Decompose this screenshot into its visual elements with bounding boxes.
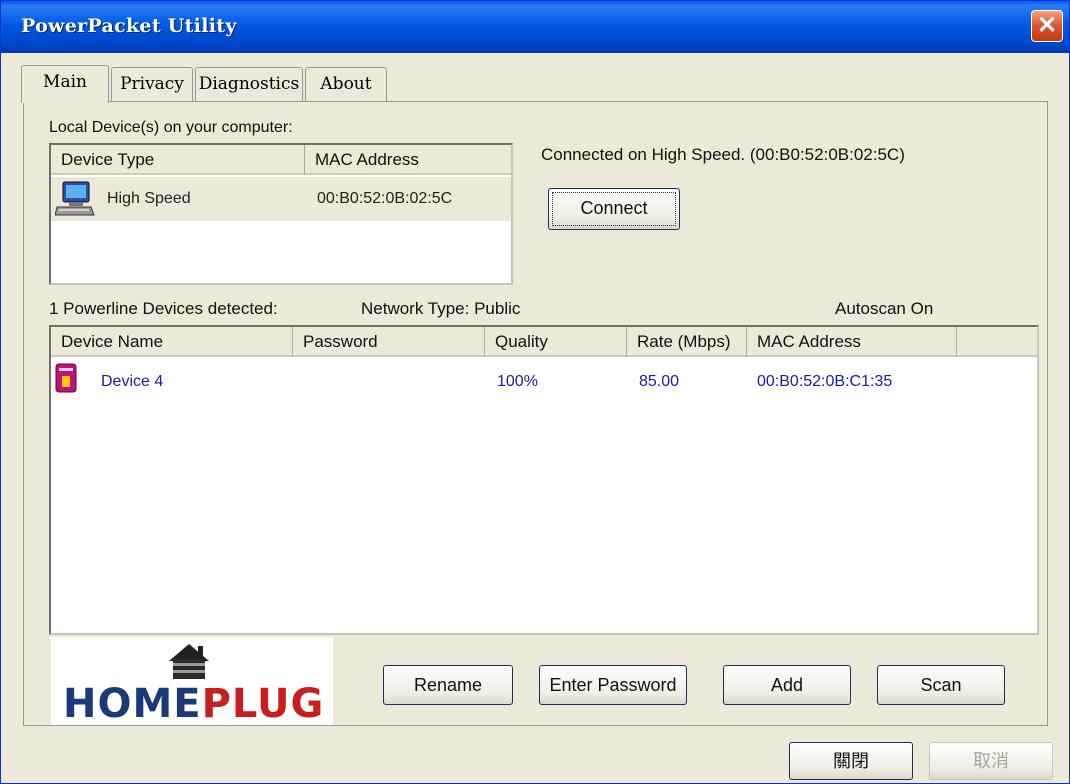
rename-button[interactable]: Rename	[383, 665, 513, 705]
close-icon: ✕	[1036, 12, 1058, 39]
device-rate: 85.00	[639, 373, 680, 390]
tab-about[interactable]: About	[305, 67, 387, 101]
cancel-button[interactable]: 取消	[929, 742, 1053, 780]
device-name: Device 4	[101, 373, 164, 390]
powerline-adapter-icon	[55, 363, 77, 393]
local-device-type: High Speed	[107, 190, 191, 207]
window-title: PowerPacket Utility	[21, 15, 237, 37]
close-window-button[interactable]: ✕	[1031, 10, 1063, 42]
table-row[interactable]: High Speed 00:B0:52:0B:02:5C	[51, 177, 511, 221]
column-header-device-name[interactable]: Device Name	[51, 327, 293, 357]
tab-about-label: About	[320, 74, 372, 94]
column-header-rate[interactable]: Rate (Mbps)	[627, 327, 747, 357]
column-header-empty	[957, 327, 1037, 357]
homeplug-logo: HOMEPLUG	[51, 637, 333, 727]
device-quality: 100%	[497, 373, 538, 390]
table-row[interactable]: Device 4 100% 85.00 00:B0:52:0B:C1:35	[51, 361, 1037, 397]
computer-icon	[54, 181, 95, 217]
tab-diagnostics[interactable]: Diagnostics	[195, 67, 303, 101]
logo-text-home: HOME	[63, 681, 202, 727]
connection-status: Connected on High Speed. (00:B0:52:0B:02…	[541, 145, 905, 164]
title-bar[interactable]: PowerPacket Utility ✕	[1, 1, 1069, 53]
column-header-quality[interactable]: Quality	[485, 327, 627, 357]
logo-text-plug: PLUG	[201, 681, 325, 727]
tab-main-label: Main	[43, 72, 87, 92]
close-dialog-button[interactable]: 關閉	[789, 742, 913, 780]
scan-button[interactable]: Scan	[877, 665, 1005, 705]
device-mac: 00:B0:52:0B:C1:35	[757, 373, 893, 390]
logo-text: HOMEPLUG	[63, 681, 324, 727]
column-header-mac-address[interactable]: MAC Address	[305, 145, 511, 175]
autoscan-label: Autoscan On	[835, 299, 934, 318]
connect-button[interactable]: Connect	[548, 188, 680, 230]
network-type-label: Network Type: Public	[361, 299, 521, 318]
house-icon	[165, 641, 213, 681]
tab-privacy[interactable]: Privacy	[111, 67, 193, 101]
tab-privacy-label: Privacy	[120, 74, 184, 94]
app-window: PowerPacket Utility ✕ Main Privacy Diagn…	[0, 0, 1070, 784]
tab-diagnostics-label: Diagnostics	[198, 74, 300, 94]
add-button[interactable]: Add	[723, 665, 851, 705]
column-header-device-type[interactable]: Device Type	[51, 145, 305, 175]
local-devices-list[interactable]: Device Type MAC Address High Speed 00:B0…	[49, 143, 513, 285]
column-header-password[interactable]: Password	[293, 327, 485, 357]
tab-main[interactable]: Main	[21, 65, 109, 103]
powerline-devices-list[interactable]: Device Name Password Quality Rate (Mbps)…	[49, 325, 1039, 635]
devices-detected-label: 1 Powerline Devices detected:	[49, 299, 278, 318]
enter-password-button[interactable]: Enter Password	[539, 665, 687, 705]
local-devices-label: Local Device(s) on your computer:	[49, 119, 293, 136]
column-header-mac-address[interactable]: MAC Address	[747, 327, 957, 357]
local-device-mac: 00:B0:52:0B:02:5C	[317, 190, 453, 207]
